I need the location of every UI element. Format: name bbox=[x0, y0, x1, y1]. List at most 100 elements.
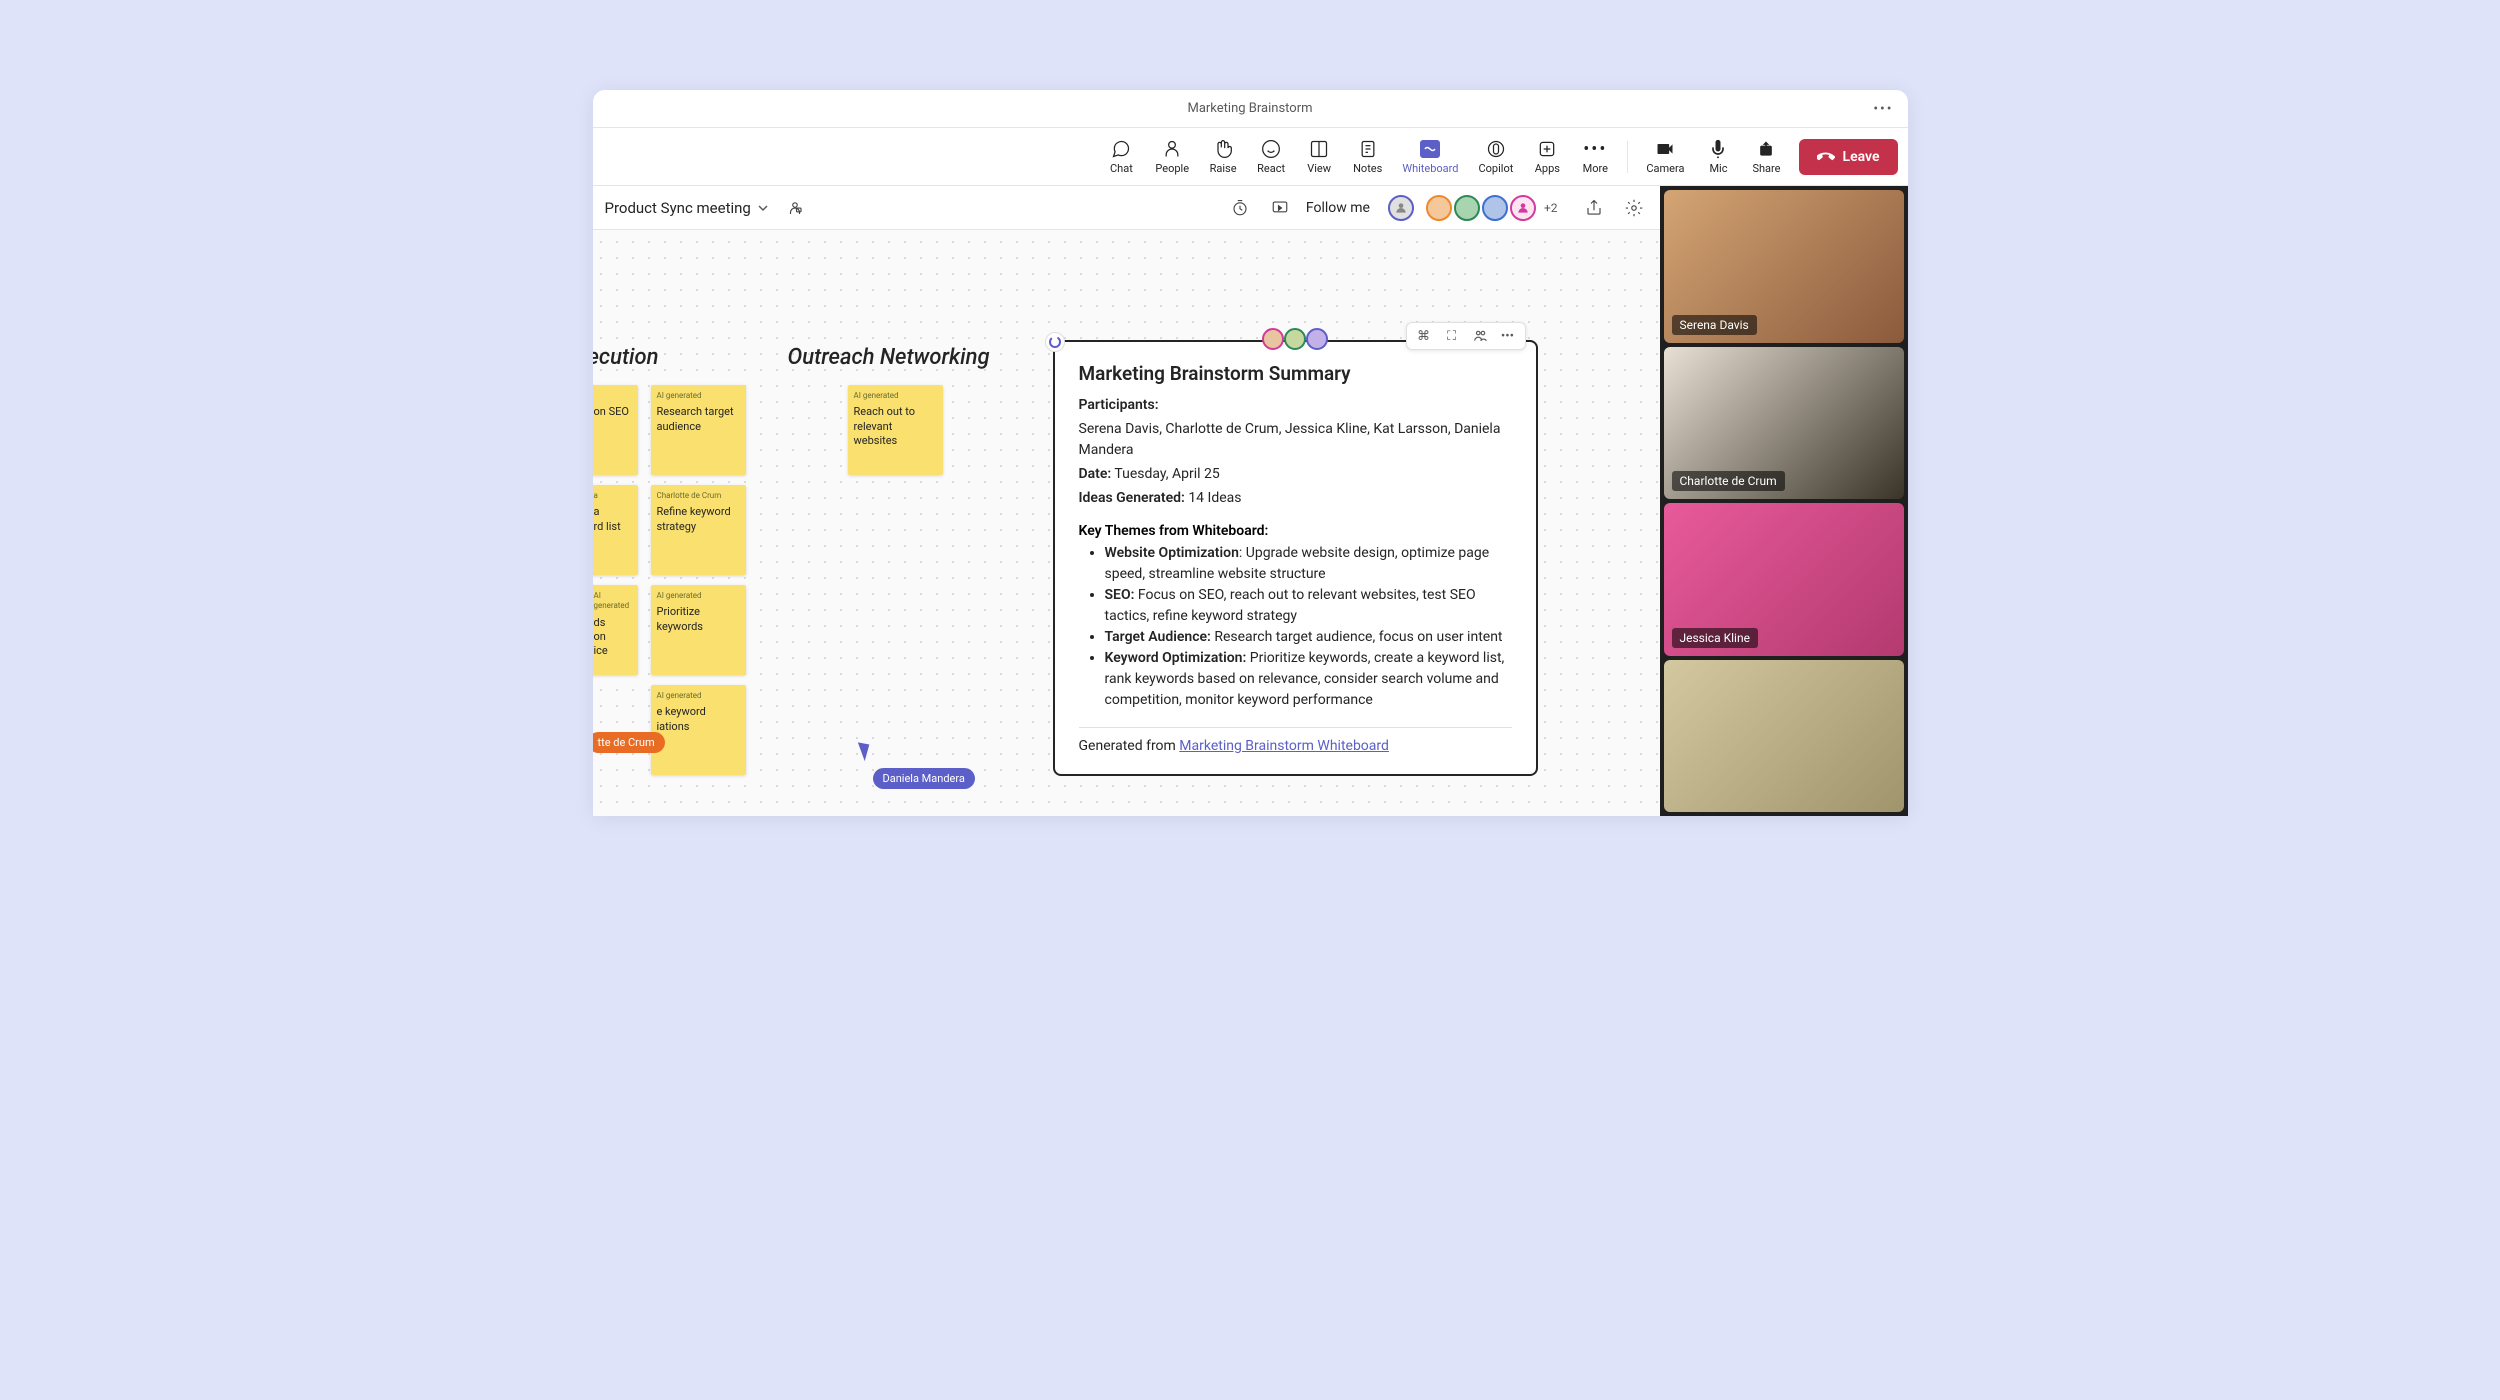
avatar bbox=[1284, 328, 1306, 350]
view-icon bbox=[1308, 138, 1330, 160]
sticky-note[interactable]: AI generated ds on ice bbox=[593, 585, 638, 675]
cursor-arrow-icon bbox=[857, 739, 873, 761]
video-tile[interactable]: Jessica Kline bbox=[1664, 503, 1904, 656]
ideas-line: Ideas Generated: 14 Ideas bbox=[1079, 488, 1512, 509]
sticky-text: Prioritize keywords bbox=[657, 605, 703, 632]
sticky-text: e keyword iations bbox=[657, 705, 706, 732]
apps-button[interactable]: Apps bbox=[1523, 134, 1571, 179]
more-icon: ••• bbox=[1584, 138, 1606, 160]
present-icon[interactable] bbox=[1266, 194, 1294, 222]
video-name-label: Serena Davis bbox=[1672, 315, 1757, 335]
video-sidebar: Serena Davis Charlotte de Crum Jessica K… bbox=[1660, 186, 1908, 816]
whiteboard-panel: Product Sync meeting Follow me +2 bbox=[593, 186, 1660, 816]
sticky-tag bbox=[594, 391, 632, 401]
people-button[interactable]: People bbox=[1145, 134, 1199, 179]
sticky-tag: AI generated bbox=[657, 591, 740, 601]
mic-button[interactable]: Mic bbox=[1694, 134, 1742, 179]
sticky-note[interactable]: AI generated e keyword iations bbox=[651, 685, 746, 775]
summary-card[interactable]: ⌘ ⛶ ••• Marketing Brainstorm Summary Par… bbox=[1053, 340, 1538, 776]
leave-button[interactable]: Leave bbox=[1799, 139, 1898, 175]
settings-icon[interactable] bbox=[1620, 194, 1648, 222]
divider bbox=[1079, 727, 1512, 728]
copilot-button[interactable]: Copilot bbox=[1469, 134, 1524, 179]
theme-item: SEO: Focus on SEO, reach out to relevant… bbox=[1105, 585, 1512, 627]
themes-list: Website Optimization: Upgrade website de… bbox=[1079, 543, 1512, 711]
sticky-note[interactable]: a a rd list bbox=[593, 485, 638, 575]
sticky-text: Refine keyword strategy bbox=[657, 505, 731, 532]
sticky-note[interactable]: AI generated Reach out to relevant websi… bbox=[848, 385, 943, 475]
raise-label: Raise bbox=[1210, 162, 1237, 175]
sticky-text: on SEO bbox=[594, 405, 629, 418]
camera-button[interactable]: Camera bbox=[1636, 134, 1694, 179]
notes-button[interactable]: Notes bbox=[1343, 134, 1392, 179]
cursor-label-blue: Daniela Mandera bbox=[873, 768, 975, 789]
theme-item: Target Audience: Research target audienc… bbox=[1105, 627, 1512, 648]
tool-more-icon[interactable]: ••• bbox=[1499, 327, 1517, 345]
more-button[interactable]: ••• More bbox=[1571, 134, 1619, 179]
avatar[interactable] bbox=[1426, 195, 1452, 221]
window-title: Marketing Brainstorm bbox=[1187, 101, 1312, 116]
access-icon[interactable] bbox=[781, 194, 809, 222]
follow-me-button[interactable]: Follow me bbox=[1306, 200, 1370, 216]
sticky-tag: AI generated bbox=[657, 391, 740, 401]
sticky-note[interactable]: on SEO bbox=[593, 385, 638, 475]
share-button[interactable]: Share bbox=[1742, 134, 1790, 179]
raise-button[interactable]: Raise bbox=[1199, 134, 1247, 179]
react-icon bbox=[1260, 138, 1282, 160]
camera-label: Camera bbox=[1646, 162, 1684, 175]
sticky-note[interactable]: Charlotte de Crum Refine keyword strateg… bbox=[651, 485, 746, 575]
camera-icon bbox=[1654, 138, 1676, 160]
content-area: Product Sync meeting Follow me +2 bbox=[593, 186, 1908, 816]
summary-title: Marketing Brainstorm Summary bbox=[1079, 362, 1512, 385]
avatar[interactable] bbox=[1454, 195, 1480, 221]
avatar[interactable] bbox=[1388, 195, 1414, 221]
avatar[interactable] bbox=[1482, 195, 1508, 221]
view-label: View bbox=[1307, 162, 1331, 175]
video-tile[interactable]: Serena Davis bbox=[1664, 190, 1904, 343]
people-icon bbox=[1161, 138, 1183, 160]
video-name-label: Charlotte de Crum bbox=[1672, 471, 1785, 491]
react-label: React bbox=[1257, 162, 1285, 175]
tool-crop-icon[interactable]: ⛶ bbox=[1443, 327, 1461, 345]
chat-button[interactable]: Chat bbox=[1097, 134, 1145, 179]
avatar-overflow[interactable]: +2 bbox=[1544, 201, 1558, 215]
react-button[interactable]: React bbox=[1247, 134, 1295, 179]
titlebar-more-icon[interactable]: ••• bbox=[1873, 101, 1893, 117]
whiteboard-source-link[interactable]: Marketing Brainstorm Whiteboard bbox=[1179, 738, 1389, 754]
sticky-note[interactable]: AI generated Prioritize keywords bbox=[651, 585, 746, 675]
mic-icon bbox=[1707, 138, 1729, 160]
chevron-down-icon bbox=[757, 202, 769, 214]
share-label: Share bbox=[1752, 162, 1780, 175]
whiteboard-title-dropdown[interactable]: Product Sync meeting bbox=[605, 199, 769, 217]
leave-icon bbox=[1817, 148, 1835, 166]
participants-value: Serena Davis, Charlotte de Crum, Jessica… bbox=[1079, 419, 1512, 461]
sticky-text: ds on ice bbox=[594, 616, 608, 658]
video-tile[interactable]: Charlotte de Crum bbox=[1664, 347, 1904, 500]
section-title-outreach: Outreach Networking bbox=[788, 345, 990, 370]
timer-icon[interactable] bbox=[1226, 194, 1254, 222]
share-icon bbox=[1755, 138, 1777, 160]
participant-avatars: +2 bbox=[1388, 195, 1558, 221]
avatar[interactable] bbox=[1510, 195, 1536, 221]
chat-label: Chat bbox=[1110, 162, 1133, 175]
whiteboard-label: Whiteboard bbox=[1402, 162, 1458, 175]
sticky-note[interactable]: AI generated Research target audience bbox=[651, 385, 746, 475]
sticky-tag: AI generated bbox=[594, 591, 632, 612]
app-window: Marketing Brainstorm ••• Chat People Rai… bbox=[593, 90, 1908, 816]
sticky-tag: AI generated bbox=[854, 391, 937, 401]
share-whiteboard-icon[interactable] bbox=[1580, 194, 1608, 222]
video-tile[interactable] bbox=[1664, 660, 1904, 813]
whiteboard-button[interactable]: Whiteboard bbox=[1392, 134, 1468, 179]
whiteboard-header: Product Sync meeting Follow me +2 bbox=[593, 186, 1660, 230]
view-button[interactable]: View bbox=[1295, 134, 1343, 179]
notes-label: Notes bbox=[1353, 162, 1382, 175]
whiteboard-canvas[interactable]: ecution Outreach Networking on SEO a a r… bbox=[593, 230, 1660, 816]
sticky-text: Reach out to relevant websites bbox=[854, 405, 916, 447]
tool-people-icon[interactable] bbox=[1471, 327, 1489, 345]
raise-hand-icon bbox=[1212, 138, 1234, 160]
tool-grid-icon[interactable]: ⌘ bbox=[1415, 327, 1433, 345]
participants-line: Participants: bbox=[1079, 395, 1512, 416]
sticky-text: Research target audience bbox=[657, 405, 734, 432]
cursor-label-orange: tte de Crum bbox=[593, 732, 665, 753]
avatar bbox=[1262, 328, 1284, 350]
